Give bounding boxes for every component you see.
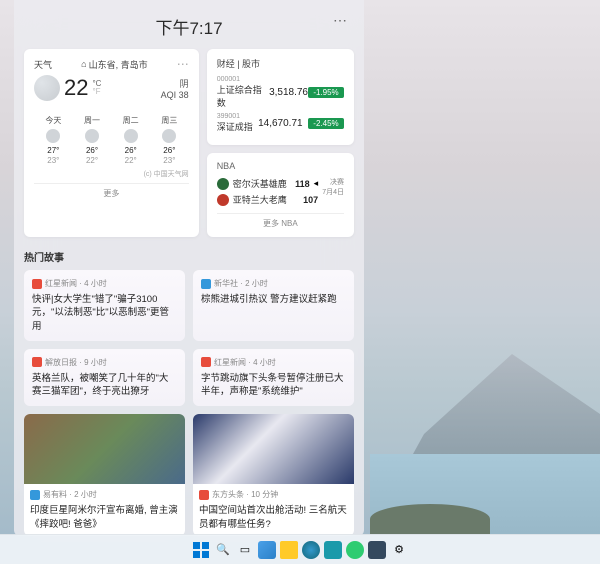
weather-condition: 阴 xyxy=(161,77,189,90)
explorer-icon[interactable] xyxy=(280,541,298,559)
source-badge-icon xyxy=(30,490,40,500)
widgets-icon[interactable] xyxy=(258,541,276,559)
forecast-day: 周一26°22° xyxy=(73,115,112,165)
news-thumbnail xyxy=(24,414,185,484)
source-badge-icon xyxy=(32,357,42,367)
source-badge-icon xyxy=(32,279,42,289)
forecast-day: 今天27°23° xyxy=(34,115,73,165)
hot-stories-section: 热门故事 红星新闻 · 4 小时 快评|女大学生"错了"骗子3100元，"以法制… xyxy=(24,247,354,536)
finance-row: 399001深证成指 14,670.71 -2.45% xyxy=(217,113,344,133)
forecast-day: 周二26°22° xyxy=(111,115,150,165)
weather-location: ⌂ 山东省, 青岛市 xyxy=(81,58,147,71)
news-image-card[interactable]: 东方头条 · 10 分钟 中国空间站首次出舱活动! 三名航天员都有哪些任务? xyxy=(193,414,354,536)
weather-temp: 22 xyxy=(64,75,88,101)
weather-forecast: 今天27°23° 周一26°22° 周二26°22° 周三26°23° xyxy=(34,109,189,165)
news-card[interactable]: 解放日报 · 9 小时 英格兰队，被嘲笑了几十年的"大赛三猫军团"，终于亮出獠牙 xyxy=(24,349,185,407)
weather-more-link[interactable]: 更多 xyxy=(34,183,189,199)
source-badge-icon xyxy=(199,490,209,500)
panel-time: 下午7:17 xyxy=(155,14,222,39)
wallpaper-land xyxy=(370,504,490,534)
source-badge-icon xyxy=(201,279,211,289)
panel-header: 下午7:17 ⋯ xyxy=(24,8,354,45)
weather-condition-icon xyxy=(34,75,60,101)
news-image-card[interactable]: 易有料 · 2 小时 印度巨星阿米尔汗宣布离婚, 曾主演《摔跤吧! 爸爸》 xyxy=(24,414,185,536)
task-view-icon[interactable]: ▭ xyxy=(236,541,254,559)
team-logo-icon xyxy=(217,178,229,190)
weather-title: 天气 xyxy=(34,58,52,71)
edge-icon[interactable] xyxy=(302,541,320,559)
forecast-day: 周三26°23° xyxy=(150,115,189,165)
panel-more-icon[interactable]: ⋯ xyxy=(333,12,348,29)
taskbar: 🔍 ▭ ⚙ xyxy=(0,534,600,564)
nba-title: NBA xyxy=(217,161,344,171)
finance-widget[interactable]: 财经 | 股市 000001上证综合指数 3,518.76 -1.95% 399… xyxy=(207,49,354,145)
news-card[interactable]: 红星新闻 · 4 小时 字节跳动旗下头条号暂停注册已大半年，声称是"系统维护" xyxy=(193,349,354,407)
settings-icon[interactable]: ⚙ xyxy=(390,541,408,559)
section-title: 热门故事 xyxy=(24,247,354,270)
nba-more-link[interactable]: 更多 NBA xyxy=(217,213,344,229)
store-icon[interactable] xyxy=(324,541,342,559)
finance-tabs[interactable]: 财经 | 股市 xyxy=(217,57,344,70)
weather-menu-icon[interactable]: ⋯ xyxy=(177,57,189,71)
news-thumbnail xyxy=(193,414,354,484)
source-badge-icon xyxy=(201,357,211,367)
news-card[interactable]: 红星新闻 · 4 小时 快评|女大学生"错了"骗子3100元，"以法制恶"比"以… xyxy=(24,270,185,341)
team-logo-icon xyxy=(217,194,229,206)
finance-row: 000001上证综合指数 3,518.76 -1.95% xyxy=(217,76,344,109)
home-icon: ⌂ xyxy=(81,59,86,69)
start-button[interactable] xyxy=(192,541,210,559)
news-card[interactable]: 新华社 · 2 小时 棕熊进城引热议 警方建议赶紧跑 xyxy=(193,270,354,341)
search-icon[interactable]: 🔍 xyxy=(214,541,232,559)
app-icon[interactable] xyxy=(368,541,386,559)
app-icon[interactable] xyxy=(346,541,364,559)
widgets-panel: 下午7:17 ⋯ 天气 ⌂ 山东省, 青岛市 ⋯ 22 °C °F xyxy=(14,0,364,536)
nba-widget[interactable]: NBA 密尔沃基雄鹿118◂ 亚特兰大老鹰107 决赛7月4日 更多 NBA xyxy=(207,153,354,237)
weather-attribution: (c) 中国天气网 xyxy=(34,169,189,179)
weather-widget[interactable]: 天气 ⌂ 山东省, 青岛市 ⋯ 22 °C °F 阴 AQI 38 xyxy=(24,49,199,237)
